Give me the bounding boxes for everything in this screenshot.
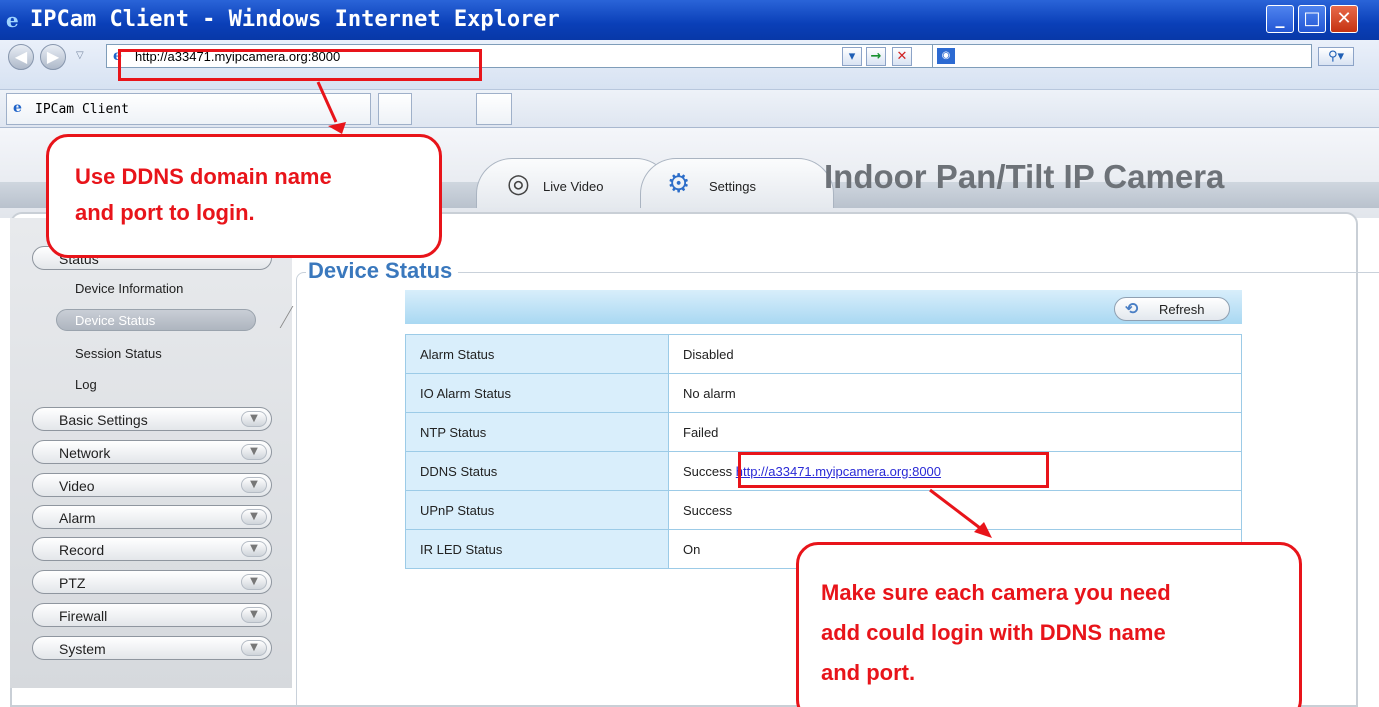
forward-button[interactable]: ▶: [40, 44, 66, 70]
table-row: NTP Status Failed: [405, 412, 1242, 452]
address-dropdown-button[interactable]: ▾: [842, 47, 862, 66]
stop-button[interactable]: ✕: [892, 47, 912, 66]
sidebar-subitem-device-status[interactable]: Device Status: [56, 309, 256, 331]
sidebar-item-label: Basic Settings: [59, 412, 148, 428]
close-button[interactable]: ✕: [1330, 5, 1358, 33]
sidebar-item-basic-settings[interactable]: Basic Settings ▼: [32, 407, 272, 431]
chevron-down-icon: ▼: [241, 574, 267, 590]
ddns-highlight-box: [738, 452, 1049, 488]
sidebar-item-video[interactable]: Video ▼: [32, 473, 272, 497]
refresh-icon: ⟲: [1125, 299, 1139, 318]
row-label: IO Alarm Status: [405, 373, 669, 413]
sidebar-item-label: Alarm: [59, 510, 96, 526]
tab-favicon-icon: e: [13, 100, 22, 116]
gears-icon: ⚙: [667, 169, 691, 199]
tab-settings[interactable]: ⚙ Settings: [640, 158, 834, 208]
row-value: Success: [668, 490, 1242, 530]
sidebar-item-ptz[interactable]: PTZ ▼: [32, 570, 272, 594]
chevron-down-icon: ▼: [241, 444, 267, 460]
sidebar-item-label: System: [59, 641, 106, 657]
search-input[interactable]: ◉: [932, 44, 1312, 68]
sidebar-item-label: Firewall: [59, 608, 108, 624]
history-dropdown-icon[interactable]: ▽: [76, 50, 84, 61]
page-title: Device Status: [306, 258, 459, 284]
tab-label: IPCam Client: [35, 102, 129, 117]
refresh-label: Refresh: [1159, 302, 1205, 317]
chevron-down-icon: ▼: [241, 411, 267, 427]
row-value: Failed: [668, 412, 1242, 452]
refresh-button[interactable]: ⟲ Refresh: [1114, 297, 1230, 321]
sidebar-item-system[interactable]: System ▼: [32, 636, 272, 660]
sidebar-item-record[interactable]: Record ▼: [32, 537, 272, 561]
go-button[interactable]: →: [866, 47, 886, 66]
chevron-down-icon: ▼: [241, 509, 267, 525]
row-value: Disabled: [668, 334, 1242, 374]
row-value: No alarm: [668, 373, 1242, 413]
url-highlight-box: [118, 49, 482, 81]
row-label: UPnP Status: [405, 490, 669, 530]
sidebar-item-label: Network: [59, 445, 111, 461]
ie-logo-icon: e: [6, 8, 19, 32]
minimize-button[interactable]: _: [1266, 5, 1294, 33]
browser-window: { "window": { "title": "IPCam Client - W…: [0, 0, 1379, 707]
webcam-icon: ◎: [507, 169, 530, 199]
chevron-down-icon: ▼: [241, 541, 267, 557]
tab-strip: e IPCam Client: [0, 90, 1379, 128]
sidebar-subitem-log[interactable]: Log: [75, 377, 97, 392]
table-row: UPnP Status Success: [405, 490, 1242, 530]
table-row: Alarm Status Disabled: [405, 334, 1242, 374]
maximize-button[interactable]: □: [1298, 5, 1326, 33]
sidebar-subitem-session-status[interactable]: Session Status: [75, 346, 162, 361]
tab-settings-label: Settings: [709, 179, 756, 194]
new-tab-button[interactable]: [476, 93, 512, 125]
row-label: NTP Status: [405, 412, 669, 452]
sidebar-item-label: PTZ: [59, 575, 86, 591]
callout-login-line2: and port to login.: [75, 200, 255, 225]
ddns-status-text: Success: [683, 463, 733, 479]
callout-ddns-line3: and port.: [821, 660, 916, 685]
tab-ipcam-client[interactable]: e IPCam Client: [6, 93, 371, 125]
chevron-down-icon: ▼: [241, 477, 267, 493]
chevron-down-icon: ▼: [241, 607, 267, 623]
product-title: Indoor Pan/Tilt IP Camera: [824, 158, 1225, 195]
window-titlebar: e IPCam Client - Windows Internet Explor…: [0, 0, 1379, 40]
callout-ddns: Make sure each camera you need add could…: [796, 542, 1302, 707]
row-label: IR LED Status: [405, 529, 669, 569]
tab-live-video-label: Live Video: [543, 179, 604, 194]
callout-ddns-line1: Make sure each camera you need: [821, 580, 1171, 605]
sidebar-item-alarm[interactable]: Alarm ▼: [32, 505, 272, 529]
callout-login: Use DDNS domain name and port to login.: [46, 134, 442, 258]
callout-login-line1: Use DDNS domain name: [75, 164, 332, 189]
sidebar-item-label: Record: [59, 542, 105, 558]
row-label: Alarm Status: [405, 334, 669, 374]
chevron-down-icon: ▼: [241, 640, 267, 656]
sidebar-item-firewall[interactable]: Firewall ▼: [32, 603, 272, 627]
search-button[interactable]: ⚲▾: [1318, 47, 1354, 66]
back-button[interactable]: ◀: [8, 44, 34, 70]
row-label: DDNS Status: [405, 451, 669, 491]
sidebar-item-network[interactable]: Network ▼: [32, 440, 272, 464]
table-row: IO Alarm Status No alarm: [405, 373, 1242, 413]
callout-ddns-line2: add could login with DDNS name: [821, 620, 1166, 645]
sidebar-subitem-device-information[interactable]: Device Information: [75, 281, 183, 296]
tab-empty[interactable]: [378, 93, 412, 125]
sidebar-item-label: Video: [59, 478, 95, 494]
window-title: IPCam Client - Windows Internet Explorer: [30, 7, 560, 32]
search-provider-icon: ◉: [937, 48, 955, 64]
